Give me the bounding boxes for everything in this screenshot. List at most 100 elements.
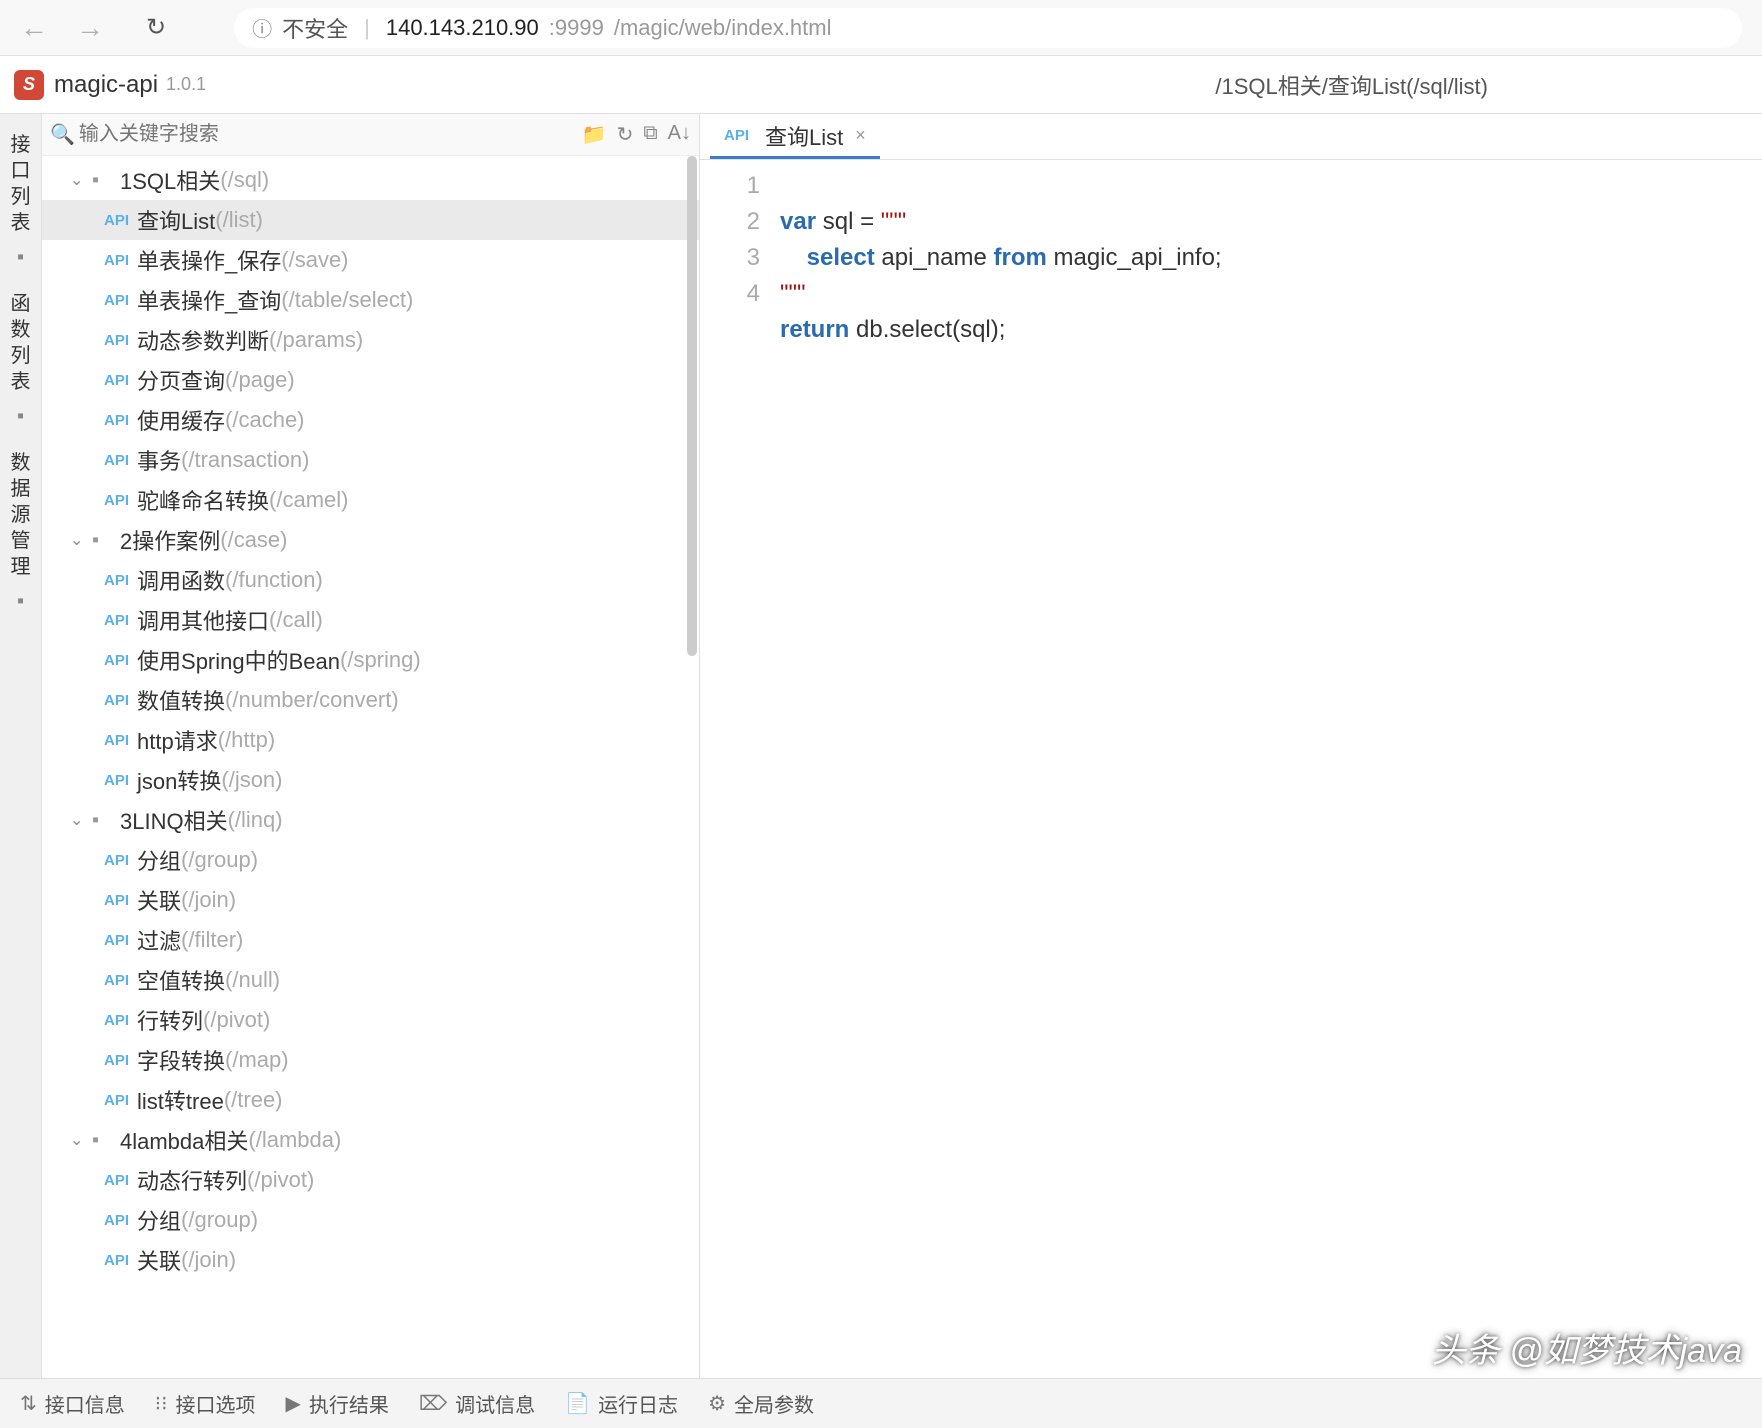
tree-api-item[interactable]: API动态参数判断(/params) [42,320,699,360]
status-item[interactable]: ⌦调试信息 [419,1389,535,1418]
api-badge: API [104,892,129,909]
search-row: 🔍 📁 ↻ ⧉ A↓ [42,114,699,156]
status-icon: ⇅ [20,1391,37,1416]
api-badge: API [104,452,129,469]
refresh-icon[interactable]: ↻ [146,13,166,42]
line-gutter: 1234 [700,160,780,1378]
api-badge: API [104,1252,129,1269]
tree-api-item[interactable]: API空值转换(/null) [42,960,699,1000]
tab-query-list[interactable]: API 查询List × [710,115,880,159]
status-item[interactable]: ⁝⁝接口选项 [155,1389,256,1418]
url-path: /magic/web/index.html [614,15,832,41]
new-folder-icon[interactable]: 📁 [582,122,607,147]
chevron-down-icon: ⌄ [70,1130,83,1150]
insecure-label: 不安全 [282,12,348,44]
api-badge: API [104,852,129,869]
tree-api-item[interactable]: API数值转换(/number/convert) [42,680,699,720]
api-tree: ⌄▪1SQL相关(/sql)API查询List(/list)API单表操作_保存… [42,156,699,1378]
api-badge: API [104,332,129,349]
api-badge: API [104,412,129,429]
api-badge: API [104,1012,129,1029]
code-editor[interactable]: 1234 var sql = """ select api_name from … [700,160,1762,1378]
browser-bar: ← → ↻ ⓘ 不安全 | 140.143.210.90:9999/magic/… [0,0,1762,56]
folder-icon: ▪ [17,405,24,428]
status-item[interactable]: ⚙全局参数 [708,1389,814,1418]
sidebar: 🔍 📁 ↻ ⧉ A↓ ⌄▪1SQL相关(/sql)API查询List(/list… [42,114,700,1378]
scrollbar-thumb[interactable] [687,156,697,656]
copy-icon[interactable]: ⧉ [643,122,657,147]
status-item[interactable]: ▶执行结果 [285,1389,388,1418]
tree-api-item[interactable]: API单表操作_查询(/table/select) [42,280,699,320]
api-badge: API [104,372,129,389]
tree-group[interactable]: ⌄▪4lambda相关(/lambda) [42,1120,699,1160]
api-badge: API [104,1052,129,1069]
tab-title: 查询List [765,120,843,152]
tree-api-item[interactable]: API使用Spring中的Bean(/spring) [42,640,699,680]
breadcrumb: /1SQL相关/查询List(/sql/list) [1215,69,1488,101]
tree-api-item[interactable]: API过滤(/filter) [42,920,699,960]
tree-api-item[interactable]: API使用缓存(/cache) [42,400,699,440]
tree-api-item[interactable]: API分组(/group) [42,840,699,880]
chevron-down-icon: ⌄ [70,170,83,190]
api-badge: API [104,652,129,669]
status-icon: ⁝⁝ [155,1391,168,1416]
tree-group[interactable]: ⌄▪2操作案例(/case) [42,520,699,560]
tree-api-item[interactable]: API调用其他接口(/call) [42,600,699,640]
tree-api-item[interactable]: API分组(/group) [42,1200,699,1240]
tree-group[interactable]: ⌄▪1SQL相关(/sql) [42,160,699,200]
vertical-tab[interactable]: 接口列表 [11,128,31,240]
tree-api-item[interactable]: API查询List(/list) [42,200,699,240]
folder-icon: ▪ [92,1129,99,1152]
tree-api-item[interactable]: API事务(/transaction) [42,440,699,480]
url-bar[interactable]: ⓘ 不安全 | 140.143.210.90:9999/magic/web/in… [234,8,1742,48]
folder-icon: ▪ [92,169,99,192]
api-badge: API [104,692,129,709]
api-badge: API [104,252,129,269]
app-logo-icon: S [14,70,44,100]
folder-icon: ▪ [92,529,99,552]
vertical-tab[interactable]: 函数列表 [11,287,31,399]
status-icon: ⌦ [419,1391,447,1416]
vertical-tab[interactable]: 数据源管理 [11,446,31,584]
chevron-down-icon: ⌄ [70,530,83,550]
tree-group[interactable]: ⌄▪3LINQ相关(/linq) [42,800,699,840]
api-badge: API [104,772,129,789]
search-icon: 🔍 [50,122,75,147]
tree-api-item[interactable]: APIhttp请求(/http) [42,720,699,760]
folder-icon: ▪ [17,590,24,613]
tree-api-item[interactable]: API调用函数(/function) [42,560,699,600]
search-input[interactable] [79,123,582,146]
tree-api-item[interactable]: API关联(/join) [42,1240,699,1280]
tree-api-item[interactable]: API行转列(/pivot) [42,1000,699,1040]
tree-api-item[interactable]: API字段转换(/map) [42,1040,699,1080]
tree-api-item[interactable]: APIlist转tree(/tree) [42,1080,699,1120]
code-content[interactable]: var sql = """ select api_name from magic… [780,160,1762,1378]
reload-icon[interactable]: ↻ [617,122,634,147]
tree-api-item[interactable]: APIjson转换(/json) [42,760,699,800]
tree-api-item[interactable]: API分页查询(/page) [42,360,699,400]
tree-api-item[interactable]: API动态行转列(/pivot) [42,1160,699,1200]
url-host: 140.143.210.90 [386,15,539,41]
app-title: magic-api [54,71,158,99]
status-item[interactable]: 📄运行日志 [565,1389,678,1418]
folder-icon: ▪ [92,809,99,832]
status-icon: ▶ [285,1391,300,1416]
info-icon: ⓘ [252,13,272,42]
api-badge: API [104,1172,129,1189]
vertical-tabs: 接口列表▪函数列表▪数据源管理▪ [0,114,42,1378]
api-badge: API [104,612,129,629]
close-icon[interactable]: × [855,125,866,146]
api-badge: API [104,1092,129,1109]
app-header: S magic-api 1.0.1 /1SQL相关/查询List(/sql/li… [0,56,1762,114]
status-icon: 📄 [565,1391,590,1416]
tree-api-item[interactable]: API驼峰命名转换(/camel) [42,480,699,520]
editor-tabs: API 查询List × [700,114,1762,160]
sort-icon[interactable]: A↓ [668,122,691,147]
api-badge: API [104,1212,129,1229]
nav-forward-icon[interactable]: → [76,12,104,44]
tree-api-item[interactable]: API关联(/join) [42,880,699,920]
nav-back-icon[interactable]: ← [20,12,48,44]
status-item[interactable]: ⇅接口信息 [20,1389,125,1418]
tree-api-item[interactable]: API单表操作_保存(/save) [42,240,699,280]
api-badge: API [104,492,129,509]
